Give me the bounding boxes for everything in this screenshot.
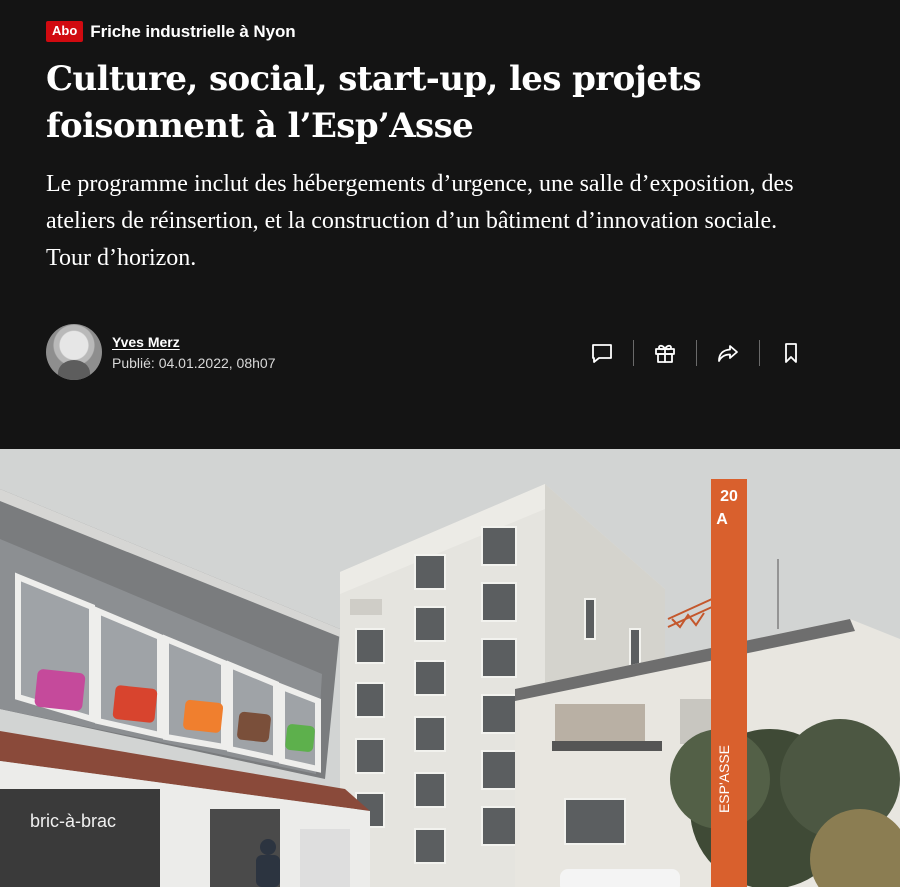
abo-badge: Abo xyxy=(46,21,84,42)
bookmark-icon xyxy=(785,343,797,363)
publish-date-value: 04.01.2022, 08h07 xyxy=(158,354,276,371)
sign-number: 20 xyxy=(720,488,738,505)
sign-letter: A xyxy=(716,511,728,528)
gift-button[interactable] xyxy=(641,336,689,370)
kicker-text: Friche industrielle à Nyon xyxy=(90,21,296,41)
kicker: Abo Friche industrielle à Nyon xyxy=(46,21,296,42)
publish-prefix: Publié: xyxy=(112,354,155,371)
article-actions xyxy=(578,336,815,370)
gift-icon xyxy=(655,344,675,363)
article-title: Culture, social, start-up, les projets f… xyxy=(46,59,702,146)
divider xyxy=(759,340,760,366)
hero-photo-illustration: 20 A ESP'ASSE bric-à-brac xyxy=(0,449,900,887)
publish-date: Publié: 04.01.2022, 08h07 xyxy=(112,355,275,371)
comment-icon xyxy=(592,344,612,363)
bookmark-button[interactable] xyxy=(767,336,815,370)
share-icon xyxy=(718,345,738,362)
sign-name: ESP'ASSE xyxy=(716,745,732,813)
shop-sign: bric-à-brac xyxy=(30,811,116,831)
hero-image: 20 A ESP'ASSE bric-à-brac xyxy=(0,449,900,887)
divider xyxy=(696,340,697,366)
share-button[interactable] xyxy=(704,336,752,370)
esp-asse-totem: 20 A ESP'ASSE xyxy=(711,479,747,887)
article-lead: Le programme inclut des hébergements d’u… xyxy=(46,171,794,271)
article-header: Abo Friche industrielle à Nyon Culture, … xyxy=(0,0,900,449)
author-name-link[interactable]: Yves Merz xyxy=(112,334,275,350)
comment-button[interactable] xyxy=(578,336,626,370)
divider xyxy=(633,340,634,366)
byline: Yves Merz Publié: 04.01.2022, 08h07 xyxy=(46,324,275,380)
author-avatar[interactable] xyxy=(46,324,102,380)
author-block: Yves Merz Publié: 04.01.2022, 08h07 xyxy=(112,334,275,371)
